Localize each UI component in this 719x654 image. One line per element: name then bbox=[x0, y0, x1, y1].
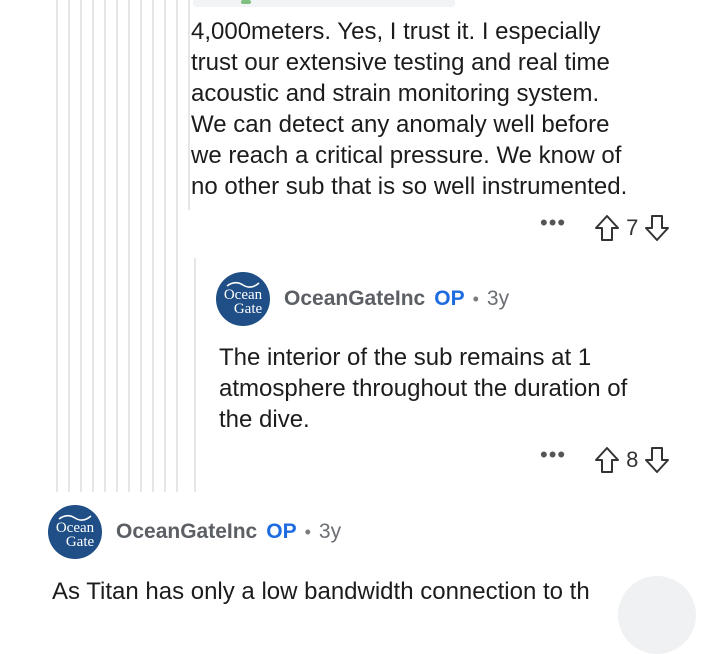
username[interactable]: OceanGateInc bbox=[116, 520, 257, 544]
thread-line[interactable] bbox=[152, 0, 154, 492]
thread-line[interactable] bbox=[176, 0, 178, 492]
comment-line: 4,000meters. Yes, I trust it. I especial… bbox=[191, 18, 601, 45]
comment-body: The interior of the sub remains at 1 atm… bbox=[219, 342, 709, 435]
comment-header: Ocean Gate OceanGateInc OP • 3y bbox=[216, 272, 509, 326]
downvote-arrow-icon[interactable] bbox=[644, 446, 670, 474]
username[interactable]: OceanGateInc bbox=[284, 287, 425, 311]
more-options-icon[interactable]: ••• bbox=[540, 212, 566, 238]
floating-action-button[interactable] bbox=[618, 576, 696, 654]
comment-line: trust our extensive testing and real tim… bbox=[191, 49, 610, 76]
avatar-text-ocean: Ocean bbox=[223, 287, 263, 303]
comment-line: the dive. bbox=[219, 406, 310, 433]
wave-logo-icon bbox=[226, 281, 260, 288]
thread-line[interactable] bbox=[92, 0, 94, 492]
vote-count: 7 bbox=[626, 215, 639, 240]
avatar[interactable]: Ocean Gate bbox=[48, 505, 102, 559]
comment-line: atmosphere throughout the duration of bbox=[219, 375, 628, 402]
wave-logo-icon bbox=[58, 514, 92, 521]
thread-line[interactable] bbox=[164, 0, 166, 492]
thread-line[interactable] bbox=[80, 0, 82, 492]
comment-line: We can detect any anomaly well before bbox=[191, 111, 610, 138]
comment-header: Ocean Gate OceanGateInc OP • 3y bbox=[48, 505, 341, 559]
avatar[interactable]: Ocean Gate bbox=[216, 272, 270, 326]
thread-line[interactable] bbox=[116, 0, 118, 492]
upvote-arrow-icon[interactable] bbox=[594, 446, 620, 474]
op-badge: OP bbox=[266, 520, 297, 543]
thread-line[interactable] bbox=[188, 0, 190, 210]
comment-age: 3y bbox=[318, 520, 342, 543]
comment-line: The interior of the sub remains at 1 bbox=[219, 344, 592, 371]
comment-actions: ••• 7 bbox=[540, 211, 670, 245]
avatar-text-ocean: Ocean bbox=[55, 520, 95, 536]
op-badge: OP bbox=[434, 287, 465, 310]
comment-line: no other sub that is so well instrumente… bbox=[191, 173, 628, 200]
vote-count: 8 bbox=[626, 447, 639, 472]
comment-age: 3y bbox=[486, 287, 510, 310]
thread-line[interactable] bbox=[104, 0, 106, 492]
thread-line[interactable] bbox=[68, 0, 70, 492]
downvote-arrow-icon[interactable] bbox=[644, 214, 670, 242]
separator-dot: • bbox=[472, 288, 479, 309]
thread-line[interactable] bbox=[194, 258, 196, 492]
more-options-icon[interactable]: ••• bbox=[540, 444, 566, 470]
comment-actions: ••• 8 bbox=[540, 443, 670, 477]
comment-body: As Titan has only a low bandwidth connec… bbox=[52, 576, 712, 607]
avatar-text-gate: Gate bbox=[65, 534, 95, 550]
upvote-arrow-icon[interactable] bbox=[594, 214, 620, 242]
thread-line[interactable] bbox=[128, 0, 130, 492]
separator-dot: • bbox=[304, 521, 311, 542]
comment-body: 4,000meters. Yes, I trust it. I especial… bbox=[191, 16, 701, 202]
comment-line: we reach a critical pressure. We know of bbox=[191, 142, 622, 169]
thread-line[interactable] bbox=[140, 0, 142, 492]
comment-line: As Titan has only a low bandwidth connec… bbox=[52, 578, 590, 605]
thread-line[interactable] bbox=[56, 0, 58, 492]
avatar-text-gate: Gate bbox=[233, 301, 263, 317]
comment-line: acoustic and strain monitoring system. bbox=[191, 80, 600, 107]
previous-comment-fragment bbox=[193, 0, 455, 7]
